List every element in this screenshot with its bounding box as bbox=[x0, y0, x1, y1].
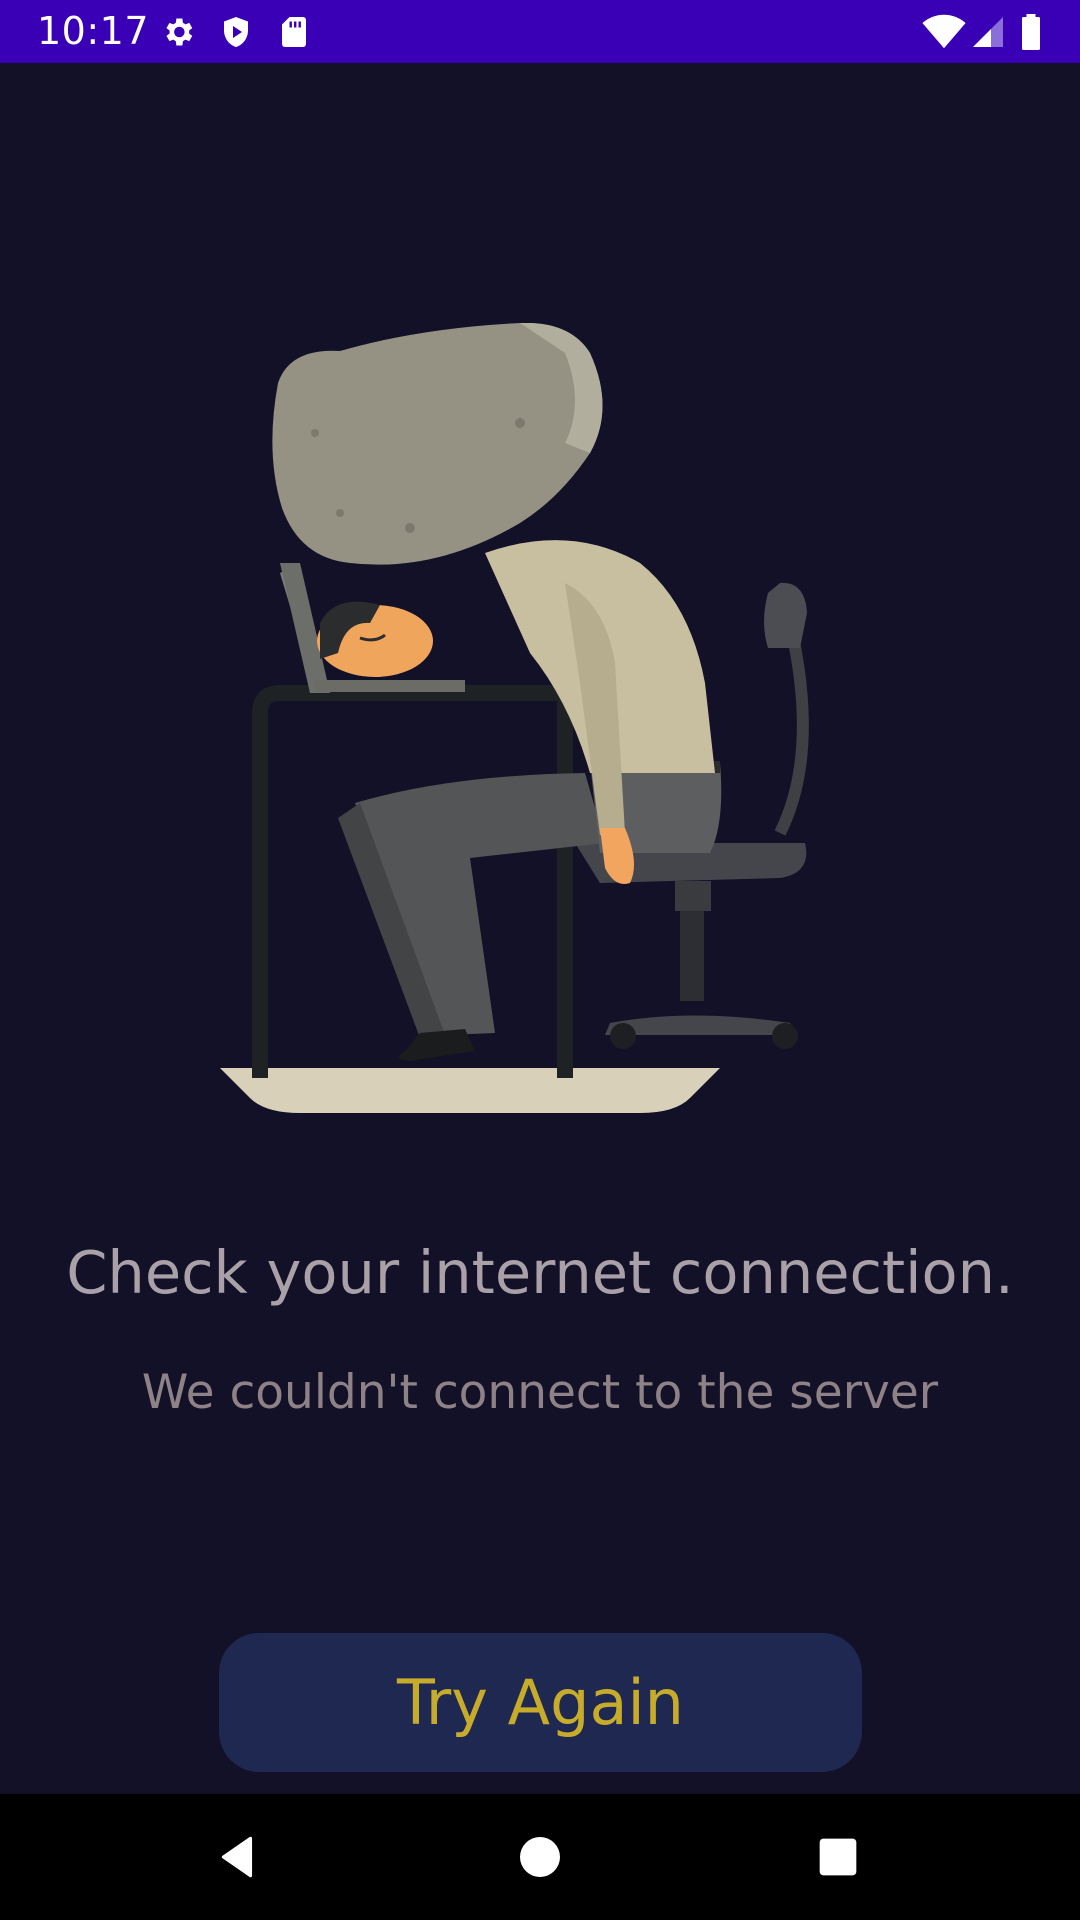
recents-icon[interactable] bbox=[808, 1827, 868, 1887]
navigation-bar bbox=[0, 1794, 1080, 1920]
sd-card-icon bbox=[276, 14, 312, 50]
shield-play-icon bbox=[218, 14, 254, 50]
cell-signal-icon bbox=[970, 14, 1006, 50]
try-again-button[interactable]: Try Again bbox=[219, 1633, 862, 1772]
error-title: Check your internet connection. bbox=[66, 1238, 1014, 1307]
battery-icon bbox=[1016, 14, 1046, 50]
error-content: Check your internet connection. We could… bbox=[0, 63, 1080, 1794]
error-subtitle: We couldn't connect to the server bbox=[141, 1365, 939, 1420]
home-icon[interactable] bbox=[510, 1827, 570, 1887]
back-icon[interactable] bbox=[208, 1827, 268, 1887]
status-bar: 10:17 bbox=[0, 0, 1080, 63]
tired-worker-under-rock-illustration bbox=[220, 323, 809, 1113]
settings-icon bbox=[160, 14, 196, 50]
status-time: 10:17 bbox=[37, 9, 150, 53]
wifi-icon bbox=[922, 14, 966, 50]
